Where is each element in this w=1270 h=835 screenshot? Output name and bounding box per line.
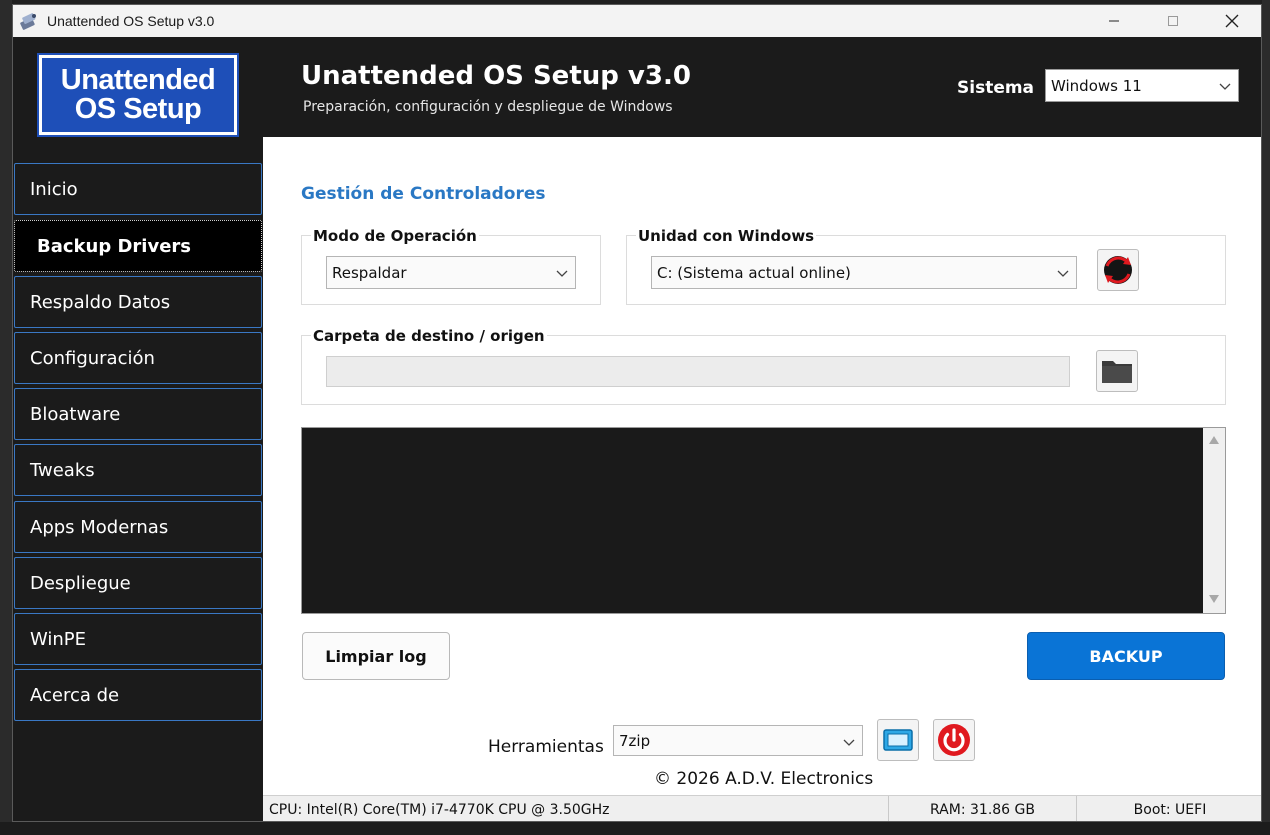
launch-tool-button[interactable]: [877, 719, 919, 761]
sidebar-item-bloatware[interactable]: Bloatware: [14, 388, 262, 440]
sidebar-item-label: Acerca de: [30, 684, 120, 706]
main-panel: Gestión de Controladores Modo de Operaci…: [263, 137, 1261, 795]
logo-line-2: OS Setup: [74, 93, 202, 125]
header-title: Unattended OS Setup v3.0: [301, 61, 691, 91]
sidebar-item-label: Bloatware: [30, 403, 121, 425]
mode-group-label: Modo de Operación: [311, 227, 479, 245]
sidebar-item-acerca-de[interactable]: Acerca de: [14, 669, 262, 721]
app-header: Unattended OS Setup Unattended OS Setup …: [13, 37, 1261, 137]
chevron-down-icon: [1219, 83, 1231, 90]
sidebar-item-despliegue[interactable]: Despliegue: [14, 557, 262, 609]
title-bar[interactable]: Unattended OS Setup v3.0: [13, 5, 1261, 37]
drive-select-value: C: (Sistema actual online): [657, 263, 851, 282]
chevron-down-icon: [556, 270, 568, 277]
status-boot: Boot: UEFI: [1133, 801, 1207, 818]
drive-select[interactable]: C: (Sistema actual online): [651, 256, 1077, 289]
power-button[interactable]: [933, 719, 975, 761]
minimize-icon: [1109, 20, 1119, 22]
folder-group: Carpeta de destino / origen: [301, 327, 1226, 405]
sidebar-item-configuracion[interactable]: Configuración: [14, 332, 262, 384]
section-title: Gestión de Controladores: [301, 184, 546, 204]
folder-group-label: Carpeta de destino / origen: [311, 327, 547, 345]
app-window: Unattended OS Setup v3.0 Unattended OS S…: [12, 4, 1262, 822]
tools-select[interactable]: 7zip: [613, 725, 863, 756]
sidebar-item-label: Backup Drivers: [37, 235, 191, 257]
scroll-down-icon[interactable]: [1208, 594, 1220, 604]
window-icon: [883, 729, 913, 751]
refresh-drives-button[interactable]: [1097, 249, 1139, 291]
logo-line-1: Unattended: [60, 64, 216, 96]
maximize-button[interactable]: [1144, 5, 1202, 37]
refresh-icon: [1104, 256, 1132, 284]
mode-select[interactable]: Respaldar: [326, 256, 576, 289]
sistema-select-value: Windows 11: [1051, 76, 1142, 95]
sidebar-item-label: Configuración: [30, 347, 155, 369]
mode-select-value: Respaldar: [332, 263, 407, 282]
mode-group: Modo de Operación Respaldar: [301, 227, 601, 305]
status-ram: RAM: 31.86 GB: [889, 796, 1077, 821]
status-bar: CPU: Intel(R) Core(TM) i7-4770K CPU @ 3.…: [263, 795, 1261, 821]
sidebar-item-label: Inicio: [30, 178, 78, 200]
desktop-background-right: [1262, 0, 1270, 835]
window-title: Unattended OS Setup v3.0: [47, 13, 215, 29]
sidebar-item-backup-drivers[interactable]: Backup Drivers: [14, 220, 262, 272]
log-scrollbar[interactable]: [1203, 428, 1225, 613]
drive-group: Unidad con Windows C: (Sistema actual on…: [626, 227, 1226, 305]
sidebar-item-apps-modernas[interactable]: Apps Modernas: [14, 501, 262, 553]
maximize-icon: [1168, 16, 1178, 26]
folder-path-input[interactable]: [326, 356, 1070, 387]
sistema-select[interactable]: Windows 11: [1045, 69, 1239, 102]
status-cpu: CPU: Intel(R) Core(TM) i7-4770K CPU @ 3.…: [263, 796, 889, 821]
sidebar-item-tweaks[interactable]: Tweaks: [14, 444, 262, 496]
sidebar-item-inicio[interactable]: Inicio: [14, 163, 262, 215]
clear-log-button[interactable]: Limpiar log: [302, 632, 450, 680]
sidebar-item-label: Tweaks: [30, 459, 95, 481]
sidebar-item-label: WinPE: [30, 628, 87, 650]
desktop-background-bottom: [0, 822, 1270, 835]
power-icon: [938, 724, 970, 756]
sidebar-item-label: Apps Modernas: [30, 516, 169, 538]
tools-select-value: 7zip: [619, 731, 651, 750]
header-subtitle: Preparación, configuración y despliegue …: [303, 99, 673, 115]
sistema-label: Sistema: [957, 78, 1035, 98]
sidebar-item-label: Despliegue: [30, 572, 131, 594]
desktop-background-left: [0, 0, 12, 835]
close-icon: [1225, 14, 1239, 28]
copyright-text: © 2026 A.D.V. Electronics: [654, 769, 874, 789]
tools-label: Herramientas: [488, 737, 604, 757]
sidebar-item-respaldo-datos[interactable]: Respaldo Datos: [14, 276, 262, 328]
sidebar-item-label: Respaldo Datos: [30, 291, 171, 313]
log-output[interactable]: [301, 427, 1226, 614]
scroll-up-icon[interactable]: [1208, 435, 1220, 445]
chevron-down-icon: [1057, 270, 1069, 277]
sidebar-item-winpe[interactable]: WinPE: [14, 613, 262, 665]
folder-icon: [1102, 361, 1132, 383]
backup-button[interactable]: BACKUP: [1027, 632, 1225, 680]
drive-group-label: Unidad con Windows: [636, 227, 817, 245]
sidebar: Inicio Backup Drivers Respaldo Datos Con…: [13, 137, 263, 821]
app-icon: [20, 13, 36, 30]
minimize-button[interactable]: [1085, 5, 1143, 37]
browse-folder-button[interactable]: [1096, 350, 1138, 392]
app-logo: Unattended OS Setup: [37, 53, 239, 137]
close-button[interactable]: [1203, 5, 1261, 37]
chevron-down-icon: [843, 739, 855, 746]
